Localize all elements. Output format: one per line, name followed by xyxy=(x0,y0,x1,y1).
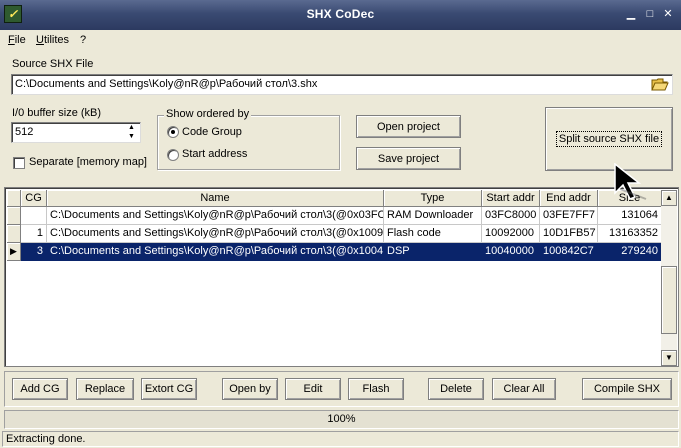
delete-button[interactable]: Delete xyxy=(428,378,484,400)
col-header-start[interactable]: Start addr xyxy=(482,190,540,207)
radio-code-group[interactable] xyxy=(167,126,179,138)
spin-up-icon[interactable]: ▲ xyxy=(124,124,139,132)
radio-code-group-label: Code Group xyxy=(182,126,242,138)
row-indicator xyxy=(7,225,21,243)
row-indicator xyxy=(7,207,21,225)
title-bar[interactable]: ✓ SHX CoDec ▁ □ ✕ xyxy=(0,0,681,30)
cell-size: 131064 xyxy=(598,207,662,225)
replace-button[interactable]: Replace xyxy=(76,378,134,400)
spin-down-icon[interactable]: ▼ xyxy=(124,133,139,141)
progress-bar: 100% xyxy=(4,410,679,429)
status-bar: Extracting done. xyxy=(2,431,679,447)
code-group-table[interactable]: CG Name Type Start addr End addr Size C:… xyxy=(4,187,679,367)
save-project-button[interactable]: Save project xyxy=(356,147,461,170)
cell-cg: 1 xyxy=(21,225,47,243)
col-header-name[interactable]: Name xyxy=(47,190,384,207)
flash-button[interactable]: Flash xyxy=(348,378,404,400)
source-file-label: Source SHX File xyxy=(12,58,94,70)
radio-start-address[interactable] xyxy=(167,149,179,161)
edit-button[interactable]: Edit xyxy=(285,378,341,400)
current-row-arrow-icon: ▶ xyxy=(7,243,21,261)
scroll-up-icon[interactable]: ▲ xyxy=(661,190,677,206)
maximize-icon[interactable]: □ xyxy=(643,7,657,21)
cell-size: 279240 xyxy=(598,243,662,261)
scroll-thumb[interactable] xyxy=(661,266,677,334)
cell-type: DSP xyxy=(384,243,482,261)
menu-utilites[interactable]: Utilites xyxy=(36,34,69,46)
cell-end: 100842C7 xyxy=(540,243,598,261)
order-group-title: Show ordered by xyxy=(164,108,252,120)
cell-size: 13163352 xyxy=(598,225,662,243)
window-title: SHX CoDec xyxy=(306,7,375,21)
status-text: Extracting done. xyxy=(6,433,86,445)
table-scrollbar[interactable]: ▲ ▼ xyxy=(661,190,677,366)
open-by-button[interactable]: Open by xyxy=(222,378,278,400)
mouse-cursor-icon xyxy=(612,162,652,201)
split-source-label: Split source SHX file xyxy=(555,131,663,147)
menu-help[interactable]: ? xyxy=(80,34,86,46)
col-header-cg[interactable]: CG xyxy=(21,190,47,207)
buffer-size-label: I/0 buffer size (kB) xyxy=(12,107,102,119)
clear-all-button[interactable]: Clear All xyxy=(492,378,556,400)
cell-start: 10092000 xyxy=(482,225,540,243)
compile-shx-button[interactable]: Compile SHX xyxy=(582,378,672,400)
extort-cg-button[interactable]: Extort CG xyxy=(141,378,197,400)
scroll-down-icon[interactable]: ▼ xyxy=(661,350,677,366)
cell-cg: 3 xyxy=(21,243,47,261)
separate-label: Separate [memory map] xyxy=(29,156,147,168)
cell-name: C:\Documents and Settings\Koly@nR@p\Рабо… xyxy=(47,207,384,225)
open-folder-icon[interactable] xyxy=(651,76,669,92)
buffer-size-input[interactable]: 512 xyxy=(11,122,141,143)
order-groupbox xyxy=(157,115,340,170)
menu-file[interactable]: File xyxy=(8,34,26,46)
col-header-end[interactable]: End addr xyxy=(540,190,598,207)
close-icon[interactable]: ✕ xyxy=(661,7,675,21)
progress-text: 100% xyxy=(327,413,356,425)
cell-name: C:\Documents and Settings\Koly@nR@p\Рабо… xyxy=(47,243,384,261)
cell-type: Flash code xyxy=(384,225,482,243)
radio-start-address-label: Start address xyxy=(182,148,248,160)
source-file-input[interactable]: C:\Documents and Settings\Koly@nR@p\Рабо… xyxy=(11,74,673,95)
menu-bar: File Utilites ? xyxy=(0,31,681,50)
cell-name: C:\Documents and Settings\Koly@nR@p\Рабо… xyxy=(47,225,384,243)
split-source-button[interactable]: Split source SHX file xyxy=(545,107,673,171)
table-corner xyxy=(7,190,21,207)
minimize-icon[interactable]: ▁ xyxy=(624,7,638,21)
buffer-size-value: 512 xyxy=(15,126,34,138)
separate-checkbox[interactable] xyxy=(13,157,25,169)
cell-end: 10D1FB57 xyxy=(540,225,598,243)
open-project-button[interactable]: Open project xyxy=(356,115,461,138)
cell-type: RAM Downloader xyxy=(384,207,482,225)
cell-cg xyxy=(21,207,47,225)
add-cg-button[interactable]: Add CG xyxy=(12,378,68,400)
cell-start: 10040000 xyxy=(482,243,540,261)
cell-start: 03FC8000 xyxy=(482,207,540,225)
col-header-type[interactable]: Type xyxy=(384,190,482,207)
cell-end: 03FE7FF7 xyxy=(540,207,598,225)
